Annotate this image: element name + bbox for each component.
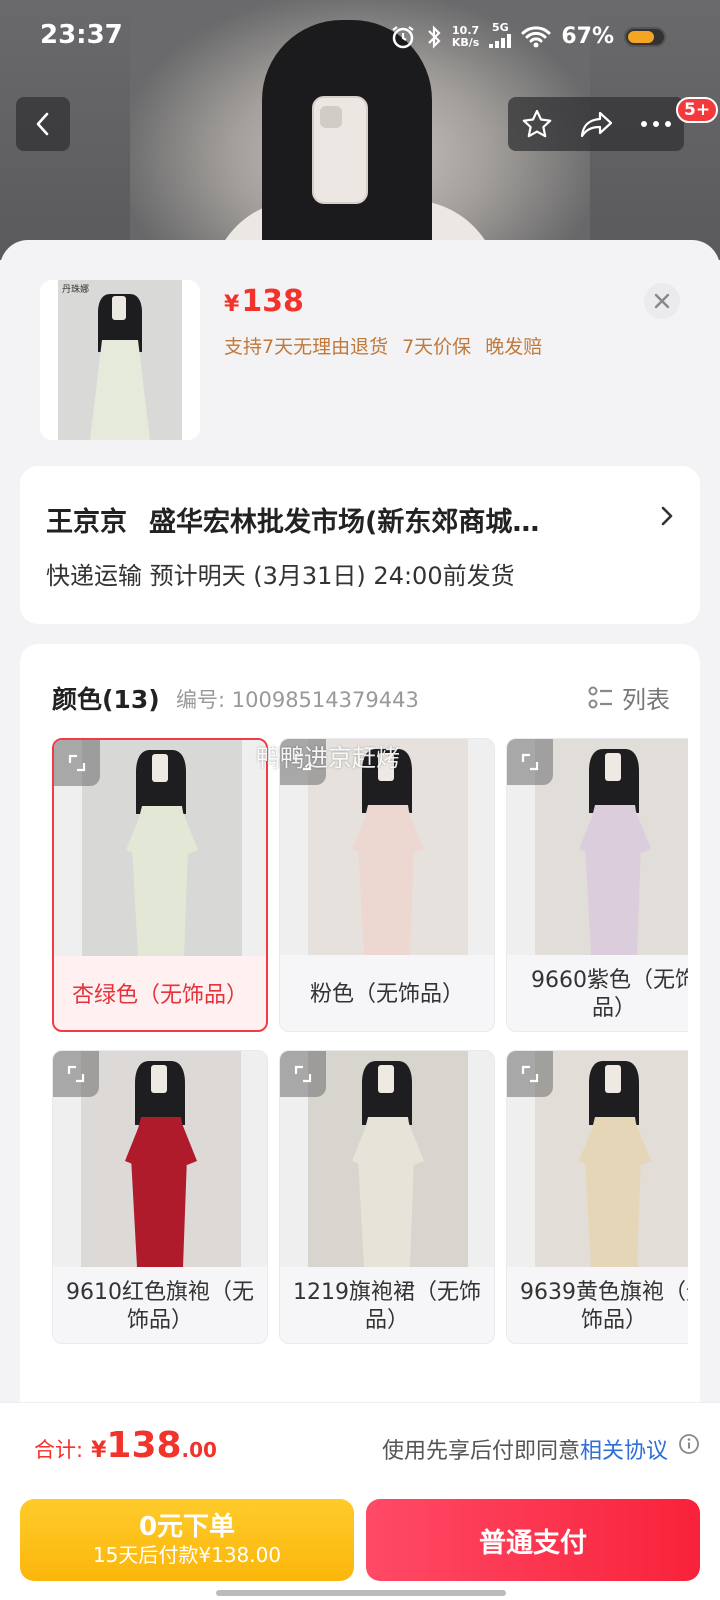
color-option-image [507, 1051, 688, 1267]
top-actions [508, 97, 684, 151]
expand-icon[interactable] [53, 1051, 99, 1097]
expand-icon[interactable] [507, 1051, 553, 1097]
status-time: 23:37 [40, 20, 123, 50]
product-thumbnail[interactable]: 丹珠娜 [40, 280, 200, 440]
color-option-label: 9610红色旗袍（无饰品） [66, 1280, 254, 1333]
shipping-source: 王京京 盛华宏林批发市场(新东郊商城… [46, 500, 636, 539]
shop-name: 王京京 [46, 507, 127, 538]
expand-icon[interactable] [280, 1051, 326, 1097]
chevron-left-icon [36, 112, 49, 136]
close-icon [654, 293, 670, 309]
status-bar: 23:37 10.7 KB/s 5G 67% [0, 0, 720, 80]
signal-icon [489, 34, 512, 48]
color-option-label: 杏绿色（无饰品） [71, 983, 248, 1008]
home-indicator [216, 1590, 506, 1596]
expand-icon[interactable] [54, 740, 100, 786]
list-icon [588, 686, 612, 708]
color-option-image [54, 740, 266, 956]
color-option[interactable]: 9610红色旗袍（无饰品） [52, 1050, 268, 1344]
network-speed: 10.7 KB/s [451, 23, 480, 49]
color-option-label: 1219旗袍裙（无饰品） [293, 1280, 481, 1333]
svg-text:丹珠娜: 丹珠娜 [62, 283, 89, 295]
color-option[interactable]: 杏绿色（无饰品） [52, 738, 268, 1032]
battery-icon [624, 26, 666, 47]
watermark-text: 鸭鸭进京赶烤 [256, 744, 400, 772]
battery-percent: 67% [561, 24, 614, 49]
chevron-right-icon [661, 506, 673, 526]
notification-badge: 5+ [676, 97, 719, 123]
more-icon[interactable] [640, 120, 672, 128]
color-option[interactable]: 1219旗袍裙（无饰品） [279, 1050, 495, 1344]
color-option[interactable]: 9639黄色旗袍（无饰品） [506, 1050, 688, 1344]
color-option-image [280, 1051, 494, 1267]
market-name: 盛华宏林批发市场(新东郊商城… [149, 507, 540, 538]
pay-later-button[interactable]: 0元下单 15天后付款¥138.00 [20, 1499, 354, 1581]
bluetooth-icon [428, 24, 441, 49]
color-option-label: 9639黄色旗袍（无饰品） [520, 1280, 688, 1333]
close-button[interactable] [644, 283, 680, 319]
checkout-bar: 合计: ¥ 138 .00 使用先享后付即同意相关协议 0元下单 15天后付款¥… [0, 1402, 720, 1600]
list-view-toggle[interactable]: 列表 [588, 680, 670, 715]
order-total: 合计: ¥ 138 .00 [34, 1425, 217, 1466]
agreement-text: 使用先享后付即同意相关协议 [381, 1439, 668, 1464]
color-grid: 杏绿色（无饰品） 粉色（无饰品） 9660紫色（无饰品） 9610红色旗袍（无饰品） 1… [52, 738, 688, 1358]
network-type: 5G [489, 22, 512, 51]
shipping-eta: 快递运输 预计明天 (3月31日) 24:00前发货 [46, 562, 515, 590]
color-option-label: 9660紫色（无饰品） [531, 968, 688, 1021]
back-button[interactable] [16, 97, 70, 151]
color-option[interactable]: 粉色（无饰品） [279, 738, 495, 1032]
color-section-title: 颜色(13) [52, 685, 160, 714]
product-price: ¥138 [224, 284, 304, 319]
promo-tag: 晚发赔 [485, 336, 543, 358]
wifi-icon [521, 25, 551, 47]
alarm-icon [392, 25, 414, 48]
share-icon[interactable] [579, 109, 615, 139]
color-option[interactable]: 9660紫色（无饰品） [506, 738, 688, 1032]
agreement-link[interactable]: 相关协议 [580, 1439, 668, 1464]
promo-tag: 7天价保 [402, 336, 472, 358]
color-option-label: 粉色（无饰品） [309, 982, 464, 1007]
expand-icon[interactable] [507, 739, 553, 785]
normal-pay-button[interactable]: 普通支付 [366, 1499, 700, 1581]
promo-tags: 支持7天无理由退货 7天价保 晚发赔 [224, 332, 542, 359]
promo-tag: 支持7天无理由退货 [224, 336, 389, 358]
color-option-image [507, 739, 688, 955]
shipping-card[interactable]: 王京京 盛华宏林批发市场(新东郊商城… 快递运输 预计明天 (3月31日) 24:… [20, 466, 700, 624]
color-option-image [53, 1051, 267, 1267]
item-code: 编号: 10098514379443 [176, 688, 419, 712]
favorite-star-icon[interactable] [520, 107, 554, 141]
info-icon[interactable] [678, 1433, 700, 1455]
